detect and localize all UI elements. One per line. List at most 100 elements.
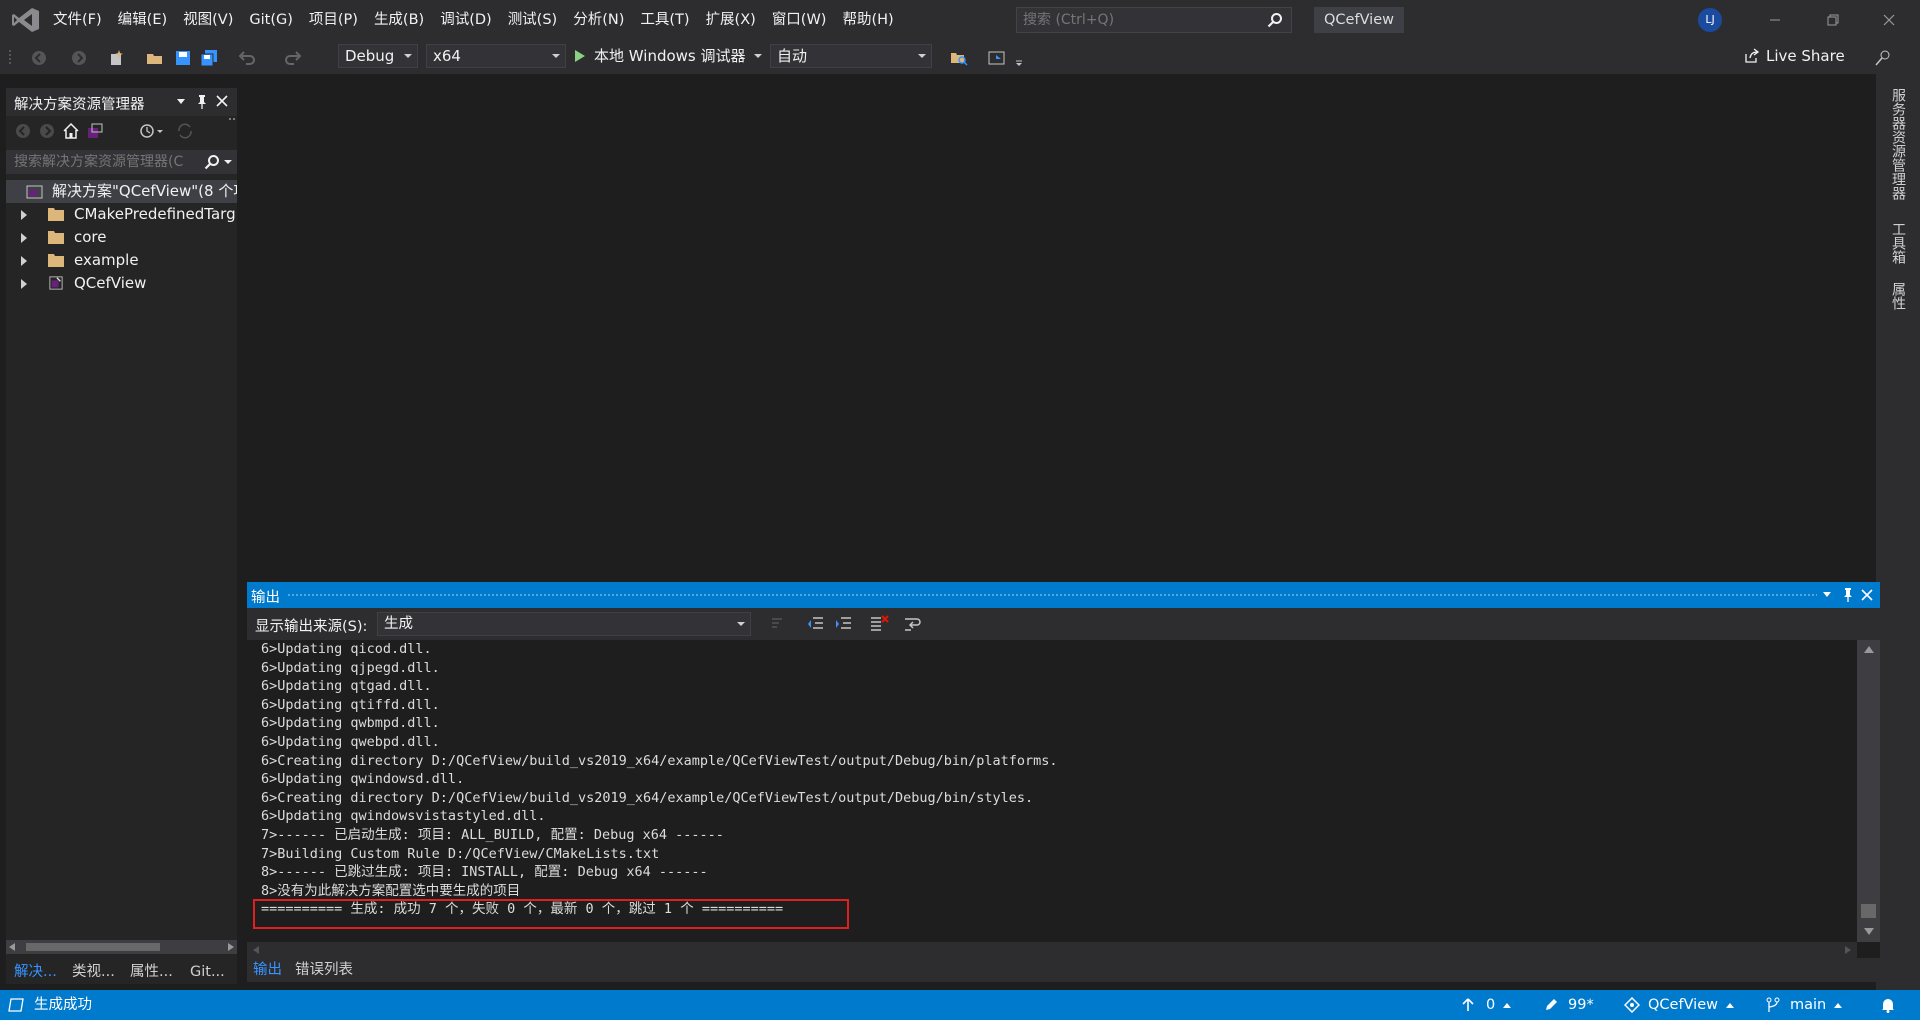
expand-arrow-icon[interactable]	[21, 256, 27, 266]
menu-analyze[interactable]: 分析(N)	[565, 0, 632, 40]
tab-solution-explorer[interactable]: 解决...	[8, 960, 63, 984]
tree-item-core[interactable]: core	[6, 226, 237, 249]
scroll-left-icon[interactable]	[9, 943, 15, 951]
menu-tools[interactable]: 工具(T)	[632, 0, 697, 40]
find-message-icon[interactable]	[769, 615, 787, 633]
menu-build[interactable]: 生成(B)	[366, 0, 432, 40]
solution-explorer-title: 解决方案资源管理器	[14, 97, 145, 113]
user-avatar[interactable]: LJ	[1698, 8, 1722, 32]
scroll-down-icon[interactable]	[1864, 928, 1874, 935]
scroll-left-icon[interactable]	[253, 946, 259, 954]
tab-server-explorer[interactable]: 服务器资源管理器	[1888, 88, 1908, 200]
output-line: 6>Updating qwebpd.dll.	[261, 733, 440, 750]
output-line: 8>没有为此解决方案配置选中要生成的项目	[261, 882, 521, 899]
tab-output[interactable]: 输出	[247, 958, 288, 982]
menu-extensions[interactable]: 扩展(X)	[698, 0, 764, 40]
close-icon[interactable]	[216, 95, 228, 107]
undo-icon[interactable]	[238, 49, 256, 67]
scroll-right-icon[interactable]	[228, 943, 234, 951]
run-mode-dropdown[interactable]: 自动	[770, 44, 932, 68]
close-window-button[interactable]	[1866, 0, 1912, 40]
minimize-button[interactable]	[1752, 0, 1798, 40]
next-message-icon[interactable]	[835, 615, 853, 633]
open-file-icon[interactable]	[146, 49, 164, 67]
navigate-forward-icon[interactable]	[70, 49, 88, 67]
tab-toolbox[interactable]: 工具箱	[1888, 222, 1908, 264]
toolbar-overflow-icon[interactable]	[1014, 49, 1024, 67]
search-icon[interactable]	[1267, 12, 1283, 28]
menu-project[interactable]: 项目(P)	[301, 0, 366, 40]
forward-icon[interactable]	[38, 122, 56, 140]
menu-git[interactable]: Git(G)	[241, 0, 301, 40]
panel-menu-icon[interactable]	[176, 99, 186, 105]
start-debugging-button[interactable]: 本地 Windows 调试器	[574, 44, 762, 68]
chevron-down-icon[interactable]	[753, 54, 762, 58]
tab-git-changes[interactable]: Git...	[184, 960, 231, 984]
tab-class-view[interactable]: 类视...	[66, 960, 121, 984]
toggle-word-wrap-icon[interactable]	[903, 615, 923, 633]
scroll-up-icon[interactable]	[1864, 646, 1874, 653]
platform-dropdown[interactable]: x64	[426, 44, 566, 68]
back-icon[interactable]	[14, 122, 32, 140]
find-in-files-icon[interactable]	[950, 49, 968, 67]
scrollbar-thumb[interactable]	[26, 943, 160, 951]
browser-link-icon[interactable]	[988, 49, 1006, 67]
tree-item-qcefview-project[interactable]: QCefView	[6, 272, 237, 295]
clear-all-icon[interactable]	[869, 614, 889, 634]
tab-properties[interactable]: 属性...	[124, 960, 179, 984]
panel-drag-handle[interactable]	[287, 593, 1817, 597]
horizontal-scrollbar[interactable]	[247, 942, 1857, 958]
chevron-down-icon[interactable]	[224, 160, 232, 165]
pin-icon[interactable]	[196, 94, 208, 110]
expand-arrow-icon[interactable]	[21, 233, 27, 243]
output-text-area[interactable]: 6>Updating qicod.dll. 6>Updating qjpegd.…	[247, 640, 1857, 940]
pin-icon[interactable]	[1842, 587, 1854, 603]
sync-icon[interactable]	[176, 122, 194, 140]
navigate-back-icon[interactable]	[30, 49, 48, 67]
expand-arrow-icon[interactable]	[21, 210, 27, 220]
toolbar-overflow-icon[interactable]	[228, 116, 236, 126]
scroll-right-icon[interactable]	[1845, 946, 1851, 954]
tree-item-cmake-targets[interactable]: CMakePredefinedTarg	[6, 203, 237, 226]
menu-edit[interactable]: 编辑(E)	[110, 0, 175, 40]
configuration-dropdown[interactable]: Debug	[338, 44, 418, 68]
menu-debug[interactable]: 调试(D)	[432, 0, 499, 40]
pending-changes-button[interactable]: 99*	[1544, 990, 1594, 1020]
search-input[interactable]	[1023, 8, 1253, 32]
chevron-down-icon	[918, 54, 926, 58]
tab-error-list[interactable]: 错误列表	[289, 958, 359, 982]
horizontal-scrollbar[interactable]	[6, 940, 237, 954]
redo-icon[interactable]	[284, 49, 302, 67]
menu-window[interactable]: 窗口(W)	[764, 0, 835, 40]
previous-message-icon[interactable]	[807, 615, 825, 633]
switch-views-icon[interactable]	[86, 122, 104, 140]
solution-search-input[interactable]	[14, 150, 209, 174]
save-all-icon[interactable]	[200, 49, 218, 67]
unpushed-commits-button[interactable]: 0	[1462, 990, 1512, 1020]
menu-view[interactable]: 视图(V)	[175, 0, 241, 40]
search-icon[interactable]	[204, 154, 220, 170]
repository-button[interactable]: QCefView	[1624, 990, 1734, 1020]
new-project-icon[interactable]	[108, 49, 126, 67]
tab-properties-rail[interactable]: 属性	[1888, 282, 1908, 310]
restore-button[interactable]	[1810, 0, 1856, 40]
notifications-bell-icon[interactable]	[1880, 997, 1896, 1013]
pending-changes-filter-icon[interactable]	[138, 122, 164, 140]
panel-menu-icon[interactable]	[1822, 592, 1832, 598]
menu-file[interactable]: 文件(F)	[45, 0, 110, 40]
output-line: 8>------ 已跳过生成: 项目: INSTALL, 配置: Debug x…	[261, 864, 708, 881]
vertical-scrollbar[interactable]	[1857, 640, 1880, 942]
save-icon[interactable]	[174, 49, 192, 67]
output-source-dropdown[interactable]: 生成	[377, 612, 751, 636]
scrollbar-thumb[interactable]	[1861, 904, 1876, 918]
expand-arrow-icon[interactable]	[21, 279, 27, 289]
tree-item-solution[interactable]: 解决方案"QCefView"(8 个项	[6, 180, 237, 203]
menu-help[interactable]: 帮助(H)	[834, 0, 901, 40]
menu-test[interactable]: 测试(S)	[500, 0, 566, 40]
close-icon[interactable]	[1861, 589, 1873, 601]
feedback-icon[interactable]	[1874, 49, 1892, 67]
home-icon[interactable]	[62, 122, 80, 140]
live-share-button[interactable]: Live Share	[1744, 44, 1845, 68]
tree-item-example[interactable]: example	[6, 249, 237, 272]
branch-button[interactable]: main	[1766, 990, 1843, 1020]
